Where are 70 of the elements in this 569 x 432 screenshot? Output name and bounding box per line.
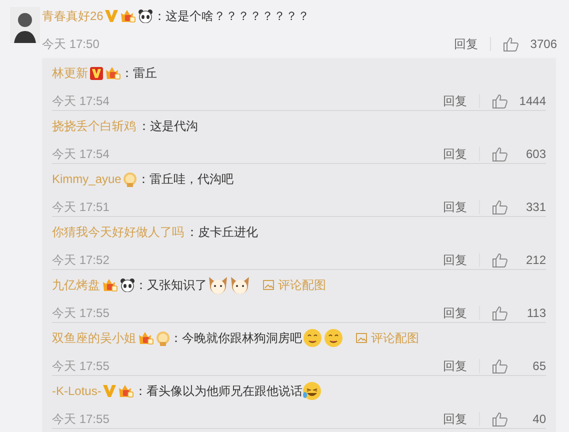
v-icon <box>103 385 116 397</box>
smiley-emoji-icon <box>302 328 323 348</box>
thumbs-up-icon[interactable] <box>492 306 508 320</box>
medal-icon <box>156 330 170 346</box>
user-name[interactable]: Kimmy_ayue <box>52 170 122 188</box>
image-icon <box>356 333 367 343</box>
thumbs-up-icon[interactable] <box>492 146 508 162</box>
comment-text: ：今晚就你跟林狗洞房吧 <box>170 330 302 347</box>
panda-icon <box>120 278 135 292</box>
reply-button[interactable]: 回复 <box>443 251 467 269</box>
crown-icon <box>138 331 154 345</box>
comment-image-link[interactable]: 评论配图 <box>356 329 419 347</box>
cat-emoji-icon <box>207 275 229 295</box>
comment-time: 今天 17:55 <box>52 305 110 322</box>
thumbs-up-icon[interactable] <box>492 252 508 268</box>
like-count: 331 <box>524 199 546 216</box>
reply-button[interactable]: 回复 <box>443 410 467 428</box>
thumbs-up-icon[interactable] <box>492 358 508 374</box>
user-name[interactable]: 九亿烤盘 <box>52 276 100 294</box>
comment-time: 今天 17:55 <box>52 358 110 375</box>
comment-text: ：皮卡丘进化 <box>186 224 258 241</box>
thumbs-up-icon[interactable] <box>492 94 508 108</box>
reply-button[interactable]: 回复 <box>443 304 467 322</box>
like-count: 65 <box>532 358 546 375</box>
comment-time: 今天 17:50 <box>42 36 100 53</box>
reply-button[interactable]: 回复 <box>443 92 467 110</box>
medal-icon <box>123 172 138 186</box>
comment-text: ：这是个啥？？？？？？？？ <box>153 8 310 25</box>
crown-icon <box>118 384 134 398</box>
comment-time: 今天 17:55 <box>52 411 110 428</box>
user-name[interactable]: 双鱼座的吴小姐 <box>52 329 136 347</box>
like-count: 212 <box>524 252 546 269</box>
reply-button[interactable]: 回复 <box>454 35 478 53</box>
comment-time: 今天 17:54 <box>52 146 110 163</box>
comment-text: ：雷丘 <box>121 65 157 82</box>
reply-button[interactable]: 回复 <box>443 198 467 216</box>
thumbs-up-icon[interactable] <box>503 36 519 52</box>
comment-text: ：雷丘哇，代沟吧 <box>137 171 234 188</box>
like-count: 113 <box>526 305 546 322</box>
user-name[interactable]: 挠挠丢个白斩鸡 <box>52 117 136 135</box>
v-icon <box>90 66 103 80</box>
like-count: 40 <box>532 411 546 428</box>
comment-time: 今天 17:54 <box>52 93 110 110</box>
comment-image-link[interactable]: 评论配图 <box>263 276 326 294</box>
comment-time: 今天 17:52 <box>52 252 110 269</box>
like-count: 603 <box>524 146 546 163</box>
thumbs-up-icon[interactable] <box>492 200 508 214</box>
smiley-emoji-icon <box>323 328 344 348</box>
reply-button[interactable]: 回复 <box>443 357 467 375</box>
avatar-icon[interactable] <box>10 7 40 43</box>
user-name[interactable]: 青春真好26 <box>42 7 104 25</box>
v-icon <box>105 10 118 22</box>
like-count: 3706 <box>529 36 557 53</box>
panda-icon <box>138 9 154 23</box>
cat-emoji-icon <box>229 275 251 295</box>
like-count: 1444 <box>518 93 546 110</box>
reply-button[interactable]: 回复 <box>443 145 467 163</box>
user-name[interactable]: -K-Lotus- <box>52 382 102 400</box>
comment-time: 今天 17:51 <box>52 199 110 216</box>
user-name[interactable]: 林更新 <box>52 64 88 82</box>
thumbs-up-icon[interactable] <box>492 412 508 426</box>
comment-text: ：看头像以为他师兄在跟他说话 <box>134 383 302 400</box>
crown-icon <box>102 278 118 292</box>
crown-icon <box>120 9 136 23</box>
comment-text: ：又张知识了 <box>135 277 207 294</box>
image-icon <box>263 280 274 290</box>
comment-text: ：这是代沟 <box>138 118 198 135</box>
laughing-emoji-icon <box>302 381 322 401</box>
crown-icon <box>105 66 121 80</box>
user-name[interactable]: 你猜我今天好好做人了吗 <box>52 223 184 241</box>
